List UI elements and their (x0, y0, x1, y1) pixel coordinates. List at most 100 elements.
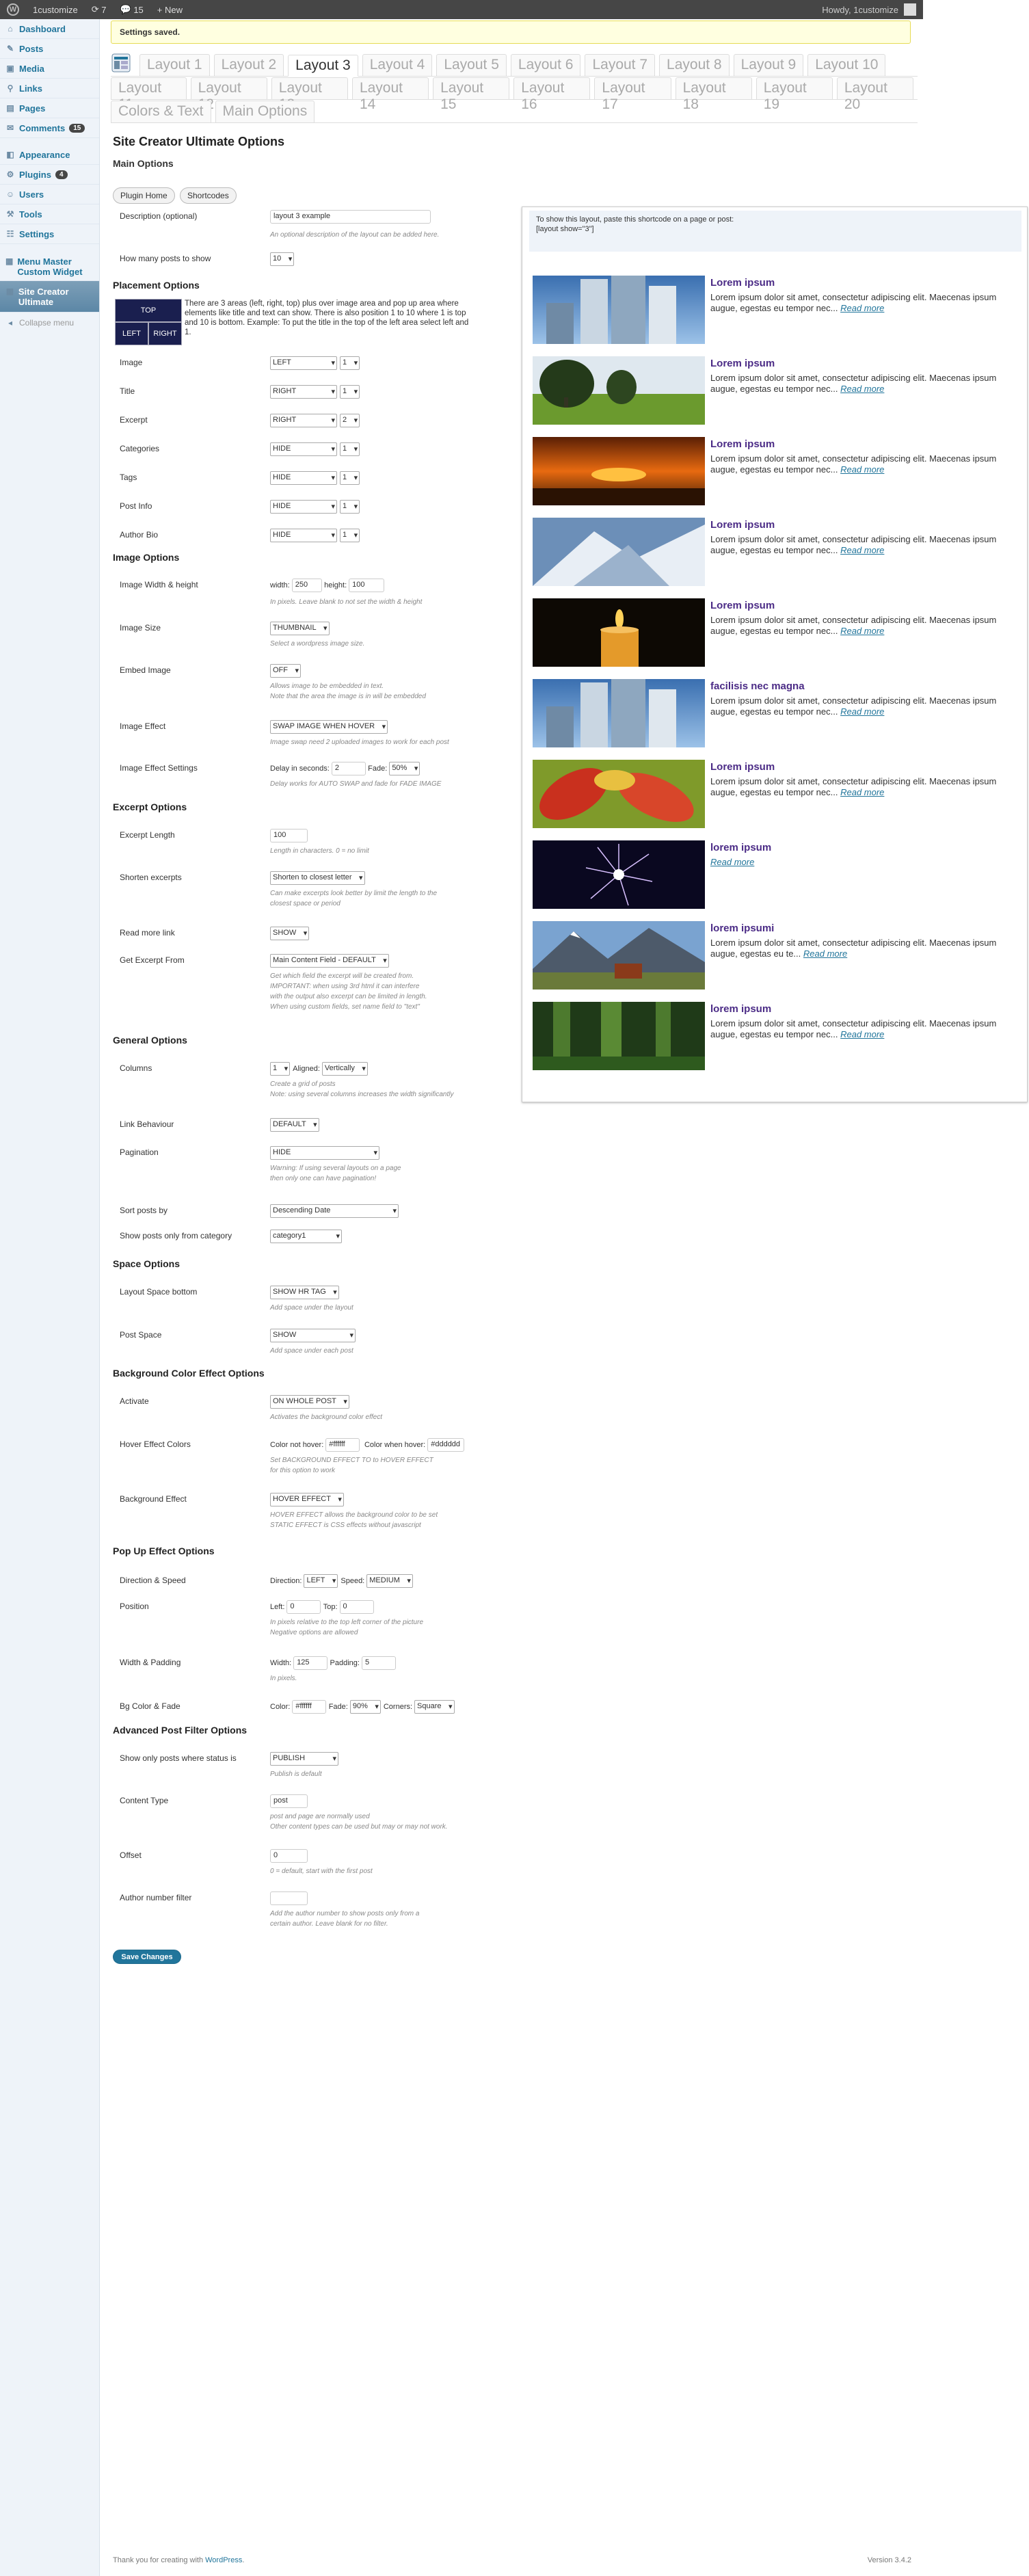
pagination-select[interactable]: HIDE (270, 1146, 379, 1160)
sidebar-item-site-creator-ultimate[interactable]: ▦ Site Creator Ultimate (0, 281, 99, 313)
new-content-link[interactable]: + New (150, 0, 189, 19)
wordpress-logo[interactable]: W (0, 0, 26, 19)
color-hover-input[interactable]: #dddddd (427, 1438, 465, 1452)
popup-fade-select[interactable]: 90% (349, 1700, 381, 1714)
tab-layout-8[interactable]: Layout 8 (659, 54, 730, 76)
layout-space-select[interactable]: SHOW HR TAG (270, 1286, 339, 1299)
read-more-link[interactable]: Read more (840, 787, 884, 797)
placement-author-bio-position-select[interactable]: 1 (340, 529, 360, 542)
sidebar-item-pages[interactable]: ▤ Pages (0, 98, 99, 118)
image-effect-select[interactable]: SWAP IMAGE WHEN HOVER (270, 720, 388, 734)
post-thumbnail[interactable] (533, 1002, 705, 1070)
sidebar-item-appearance[interactable]: ◧ Appearance (0, 145, 99, 165)
read-more-link[interactable]: Read more (840, 464, 884, 475)
speed-select[interactable]: MEDIUM (366, 1574, 413, 1588)
content-type-input[interactable]: post (270, 1794, 308, 1808)
post-thumbnail[interactable] (533, 598, 705, 667)
image-height-input[interactable]: 100 (349, 579, 385, 592)
status-select[interactable]: PUBLISH (270, 1752, 338, 1766)
activate-select[interactable]: ON WHOLE POST (270, 1395, 349, 1409)
excerpt-from-select[interactable]: Main Content Field - DEFAULT (270, 954, 389, 968)
post-title-link[interactable]: Lorem ipsum (710, 438, 775, 450)
howdy-user[interactable]: Howdy, 1customize (822, 5, 898, 15)
embed-image-select[interactable]: OFF (270, 664, 301, 678)
tab-layout-19[interactable]: Layout 19 (756, 77, 833, 112)
post-thumbnail[interactable] (533, 679, 705, 747)
tab-layout-15[interactable]: Layout 15 (433, 77, 510, 112)
tab-layout-3[interactable]: Layout 3 (288, 55, 358, 77)
placement-author-bio-area-select[interactable]: HIDE (270, 529, 337, 542)
category-select[interactable]: category1 (270, 1230, 342, 1243)
sort-posts-select[interactable]: Descending Date (270, 1204, 399, 1218)
tab-layout-2[interactable]: Layout 2 (213, 54, 284, 76)
placement-tags-position-select[interactable]: 1 (340, 471, 360, 485)
popup-width-input[interactable]: 125 (293, 1656, 328, 1670)
save-changes-button[interactable]: Save Changes (113, 1950, 181, 1964)
image-width-input[interactable]: 250 (291, 579, 322, 592)
tab-layout-4[interactable]: Layout 4 (362, 54, 433, 76)
fade-select[interactable]: 50% (389, 762, 420, 775)
placement-categories-position-select[interactable]: 1 (340, 442, 360, 456)
tab-main-options[interactable]: Main Options (215, 101, 315, 122)
aligned-select[interactable]: Vertically (321, 1062, 368, 1076)
post-title-link[interactable]: Lorem ipsum (710, 600, 775, 611)
read-more-link[interactable]: Read more (840, 545, 884, 555)
post-title-link[interactable]: lorem ipsum (710, 842, 771, 853)
read-more-link[interactable]: Read more (840, 626, 884, 636)
excerpt-length-input[interactable]: 100 (270, 829, 308, 842)
bg-effect-select[interactable]: HOVER EFFECT (270, 1493, 344, 1506)
tab-colors-text[interactable]: Colors & Text (111, 101, 211, 122)
placement-tags-area-select[interactable]: HIDE (270, 471, 337, 485)
sidebar-item-posts[interactable]: ✎ Posts (0, 39, 99, 59)
placement-image-position-select[interactable]: 1 (340, 356, 360, 370)
tab-layout-6[interactable]: Layout 6 (510, 54, 581, 76)
wordpress-link[interactable]: WordPress (205, 2556, 242, 2564)
sidebar-item-dashboard[interactable]: ⌂ Dashboard (0, 19, 99, 39)
post-space-select[interactable]: SHOW (270, 1329, 356, 1342)
tab-layout-18[interactable]: Layout 18 (675, 77, 752, 112)
posts-to-show-select[interactable]: 10 (270, 252, 295, 266)
columns-select[interactable]: 1 (270, 1062, 291, 1076)
description-input[interactable]: layout 3 example (270, 210, 431, 224)
link-behaviour-select[interactable]: DEFAULT (270, 1118, 319, 1132)
sidebar-item-comments[interactable]: ✉ Comments 15 (0, 118, 99, 138)
sidebar-item-tools[interactable]: ⚒ Tools (0, 204, 99, 224)
tab-layout-13[interactable]: Layout 13 (271, 77, 348, 112)
sidebar-item-collapse-menu[interactable]: ◂ Collapse menu (0, 313, 99, 332)
read-more-link[interactable]: Read more (803, 948, 847, 959)
post-thumbnail[interactable] (533, 760, 705, 828)
image-size-select[interactable]: THUMBNAIL (270, 622, 330, 635)
placement-post-info-area-select[interactable]: HIDE (270, 500, 337, 514)
read-more-link[interactable]: Read more (840, 384, 884, 394)
tab-layout-11[interactable]: Layout 11 (111, 77, 187, 112)
offset-input[interactable]: 0 (270, 1849, 308, 1863)
tab-layout-20[interactable]: Layout 20 (836, 77, 914, 112)
delay-input[interactable]: 2 (331, 762, 366, 775)
left-input[interactable]: 0 (286, 1600, 321, 1614)
tab-layout-10[interactable]: Layout 10 (807, 54, 886, 76)
post-thumbnail[interactable] (533, 840, 705, 909)
tab-layout-16[interactable]: Layout 16 (513, 77, 591, 112)
tab-layout-17[interactable]: Layout 17 (594, 77, 671, 112)
top-input[interactable]: 0 (339, 1600, 374, 1614)
shorten-excerpts-select[interactable]: Shorten to closest letter (270, 871, 365, 885)
color-not-hover-input[interactable]: #ffffff (325, 1438, 360, 1452)
updates-link[interactable]: ⟳ 7 (85, 0, 113, 19)
tab-layout-14[interactable]: Layout 14 (351, 77, 429, 112)
placement-excerpt-position-select[interactable]: 2 (340, 414, 360, 427)
tab-layout-7[interactable]: Layout 7 (585, 54, 656, 76)
read-more-link[interactable]: Read more (840, 1029, 884, 1039)
read-more-link[interactable]: Read more (840, 706, 884, 717)
post-thumbnail[interactable] (533, 276, 705, 344)
sidebar-item-users[interactable]: ☺ Users (0, 185, 99, 204)
post-thumbnail[interactable] (533, 921, 705, 990)
corners-select[interactable]: Square (414, 1700, 455, 1714)
read-more-link[interactable]: Read more (710, 857, 754, 867)
post-title-link[interactable]: lorem ipsum (710, 1003, 771, 1015)
post-title-link[interactable]: Lorem ipsum (710, 761, 775, 773)
read-more-select[interactable]: SHOW (270, 927, 310, 940)
sidebar-item-menu-master-custom-widget[interactable]: ▦ Menu Master Custom Widget (0, 251, 99, 281)
author-filter-input[interactable] (270, 1891, 308, 1905)
placement-title-area-select[interactable]: RIGHT (270, 385, 337, 399)
post-thumbnail[interactable] (533, 437, 705, 505)
